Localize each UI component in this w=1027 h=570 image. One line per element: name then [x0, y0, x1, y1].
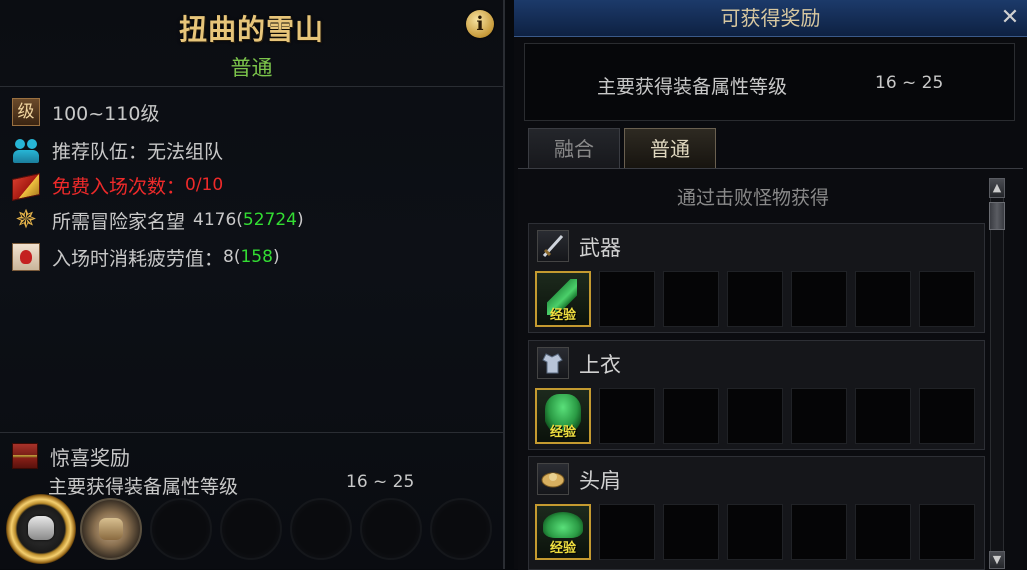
reward-scrollbar[interactable]: ▲ ▼ [987, 178, 1007, 569]
fame-row: ✵ 所需冒险家名望 4176(52724) [12, 205, 304, 235]
tab-fusion[interactable]: 融合 [528, 128, 620, 168]
surprise-reward-slot-1[interactable] [6, 494, 76, 564]
surprise-reward-range: 16 ~ 25 [346, 472, 415, 492]
surprise-reward-slot-6 [360, 498, 422, 560]
scroll-track[interactable] [990, 178, 1004, 569]
fame-value: 4176(52724) [193, 210, 304, 230]
divider [0, 432, 503, 433]
tab-normal[interactable]: 普通 [624, 128, 716, 168]
scroll-up-icon[interactable]: ▲ [989, 178, 1005, 198]
surprise-reward-title: 惊喜奖励 [50, 445, 130, 470]
surprise-reward-slot-7 [430, 498, 492, 560]
fame-required: 4176 [193, 210, 237, 230]
summary-label: 主要获得装备属性等级 [597, 76, 788, 98]
gold-armor-item-icon [28, 516, 54, 540]
empty-slot [663, 388, 719, 444]
empty-slot [855, 504, 911, 560]
reward-panel-title: 可获得奖励 [720, 6, 821, 30]
surprise-reward-subtitle: 主要获得装备属性等级 [48, 476, 239, 498]
surprise-reward-header: 惊喜奖励 [12, 441, 130, 471]
fame-current: 52724 [242, 210, 298, 230]
empty-slot [727, 504, 783, 560]
dungeon-header: 扭曲的雪山 普通 i [0, 0, 503, 87]
category-label: 武器 [579, 236, 621, 260]
empty-slot [663, 271, 719, 327]
empty-slot [599, 271, 655, 327]
fatigue-icon [12, 243, 40, 271]
empty-slot [663, 504, 719, 560]
surprise-reward-slot-3 [150, 498, 212, 560]
category-label: 头肩 [579, 469, 621, 493]
empty-slot [599, 504, 655, 560]
empty-slot [791, 504, 847, 560]
category-shoulder: 头肩 经验 [528, 456, 985, 570]
surprise-reward-slot-2[interactable] [80, 498, 142, 560]
fatigue-cost: 8 [223, 247, 234, 267]
surprise-reward-slot-5 [290, 498, 352, 560]
free-entry-label: 免费入场次数： [52, 175, 186, 198]
summary-range: 16 ~ 25 [875, 73, 944, 93]
fatigue-remaining: 158 [240, 247, 273, 267]
info-icon[interactable]: i [466, 10, 494, 38]
free-entry-row: 免费入场次数： 0/10 [12, 170, 224, 201]
party-label: 推荐队伍：无法组队 [52, 140, 224, 163]
reward-list: 通过击败怪物获得 武器 经验 上衣 经验 头肩 经验 [518, 168, 1023, 570]
category-weapon: 武器 经验 [528, 223, 985, 333]
surprise-reward-slot-4 [220, 498, 282, 560]
level-row: 级 100~110级 [12, 97, 159, 127]
shoulder-armor-icon [537, 463, 569, 495]
exp-tag: 经验 [549, 425, 576, 440]
empty-slot [919, 504, 975, 560]
level-icon: 级 [12, 98, 40, 126]
exp-tag: 经验 [549, 541, 576, 556]
exp-tag: 经验 [549, 308, 576, 323]
sword-icon [537, 230, 569, 262]
top-armor-icon [537, 347, 569, 379]
empty-slot [727, 388, 783, 444]
empty-slot [855, 271, 911, 327]
empty-slot [919, 271, 975, 327]
weapon-item-slot[interactable]: 经验 [535, 271, 591, 327]
shoulder-item-icon [543, 512, 583, 538]
category-label: 上衣 [579, 353, 621, 377]
chest-icon [12, 443, 38, 469]
section-header: 通过击败怪物获得 [676, 187, 829, 209]
ticket-icon [12, 172, 40, 201]
fatigue-row: 入场时消耗疲劳值： 8(158) [12, 242, 280, 272]
shoulder-item-slot[interactable]: 经验 [535, 504, 591, 560]
difficulty-label: 普通 [230, 56, 273, 80]
close-icon[interactable]: ✕ [996, 3, 1024, 33]
dungeon-info-panel: 扭曲的雪山 普通 i 级 100~110级 推荐队伍：无法组队 免费入场次数： 0… [0, 0, 505, 569]
empty-slot [855, 388, 911, 444]
scroll-down-icon[interactable]: ▼ [989, 551, 1005, 569]
scroll-thumb[interactable] [989, 202, 1005, 230]
empty-slot [791, 388, 847, 444]
fatigue-value: 8(158) [223, 247, 280, 267]
fame-label: 所需冒险家名望 [52, 210, 186, 233]
fatigue-label: 入场时消耗疲劳值： [52, 247, 224, 270]
top-item-slot[interactable]: 经验 [535, 388, 591, 444]
free-entry-count: 0/10 [185, 175, 224, 195]
fame-icon: ✵ [15, 205, 37, 235]
bronze-armor-item-icon [99, 518, 123, 540]
empty-slot [791, 271, 847, 327]
reward-panel: 可获得奖励 ✕ 主要获得装备属性等级 16 ~ 25 融合 普通 通过击败怪物获… [514, 0, 1027, 570]
empty-slot [599, 388, 655, 444]
dungeon-title: 扭曲的雪山 [178, 13, 324, 46]
empty-slot [919, 388, 975, 444]
reward-summary-box: 主要获得装备属性等级 16 ~ 25 [524, 43, 1015, 121]
category-top: 上衣 经验 [528, 340, 985, 450]
empty-slot [727, 271, 783, 327]
party-icon [12, 136, 40, 164]
level-range: 100~110级 [52, 102, 160, 125]
party-row: 推荐队伍：无法组队 [12, 135, 223, 165]
reward-panel-titlebar: 可获得奖励 ✕ [514, 0, 1027, 37]
